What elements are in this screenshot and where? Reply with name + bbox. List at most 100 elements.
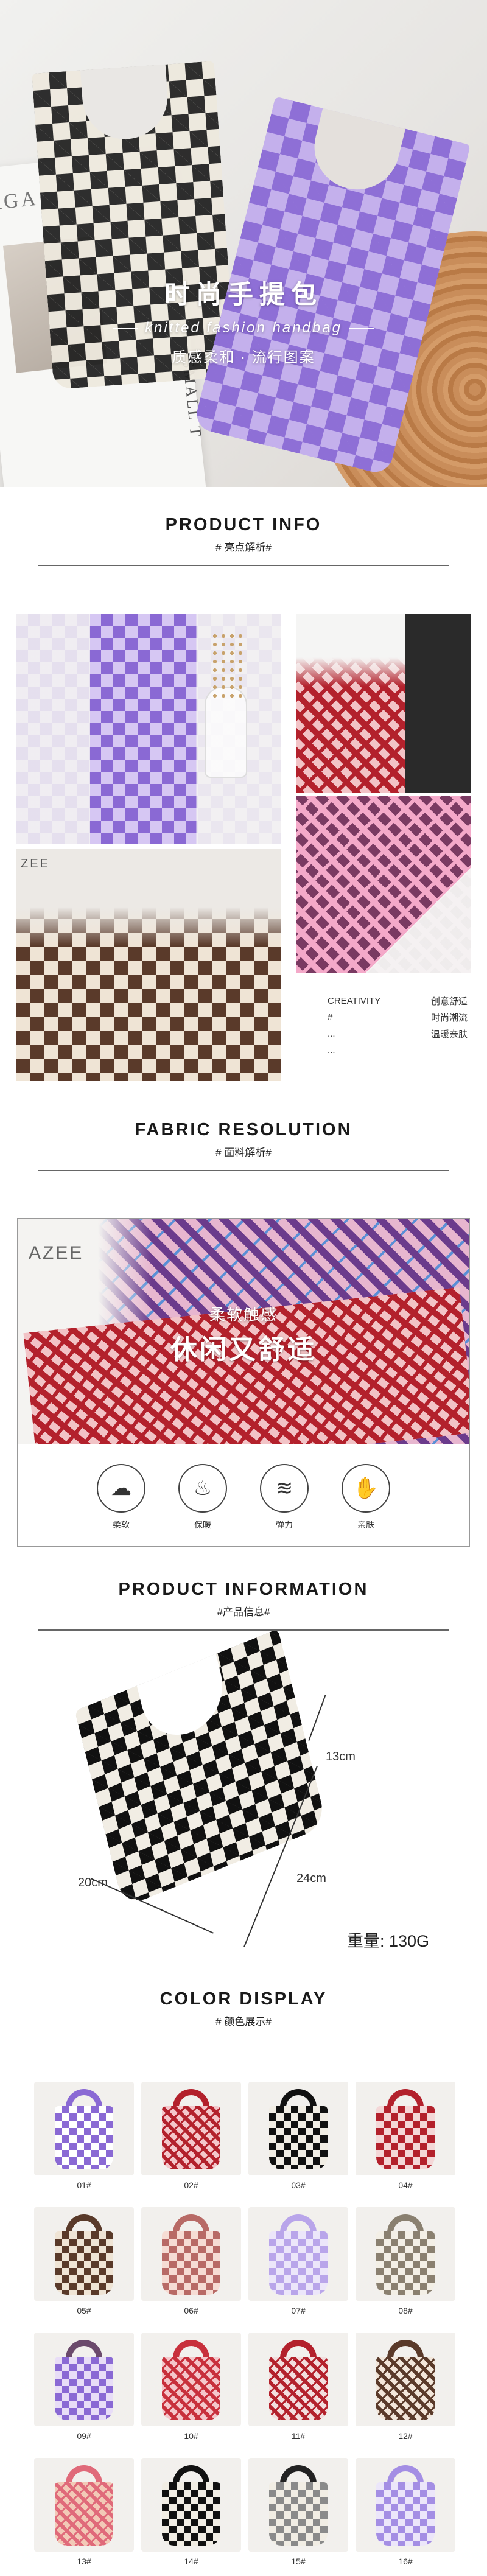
section-subtitle: # 亮点解析#	[215, 542, 272, 553]
color-variant-image	[34, 2207, 134, 2301]
bag-pattern	[269, 2106, 328, 2169]
section-title: FABRIC RESOLUTION	[135, 1120, 352, 1139]
section-product-info-header: PRODUCT INFO # 亮点解析#	[0, 515, 487, 566]
fabric-caption-line1: 柔软触感	[209, 1306, 278, 1324]
color-variant-image	[248, 2458, 348, 2552]
bag-pattern	[269, 2231, 328, 2295]
elastic-icon: ≋	[260, 1464, 309, 1513]
section-product-information-header: PRODUCT INFORMATION #产品信息#	[0, 1580, 487, 1631]
color-variant-item[interactable]: 11#	[248, 2333, 348, 2441]
color-variant-item[interactable]: 03#	[248, 2082, 348, 2190]
color-variant-item[interactable]: 13#	[34, 2458, 134, 2566]
color-variant-label: 03#	[291, 2180, 306, 2190]
color-variant-item[interactable]: 07#	[248, 2207, 348, 2315]
color-variant-item[interactable]: 02#	[141, 2082, 241, 2190]
bag-pattern	[376, 2106, 435, 2169]
color-variant-item[interactable]: 08#	[356, 2207, 455, 2315]
weight-label: 重量: 130G	[347, 1932, 430, 1950]
color-variant-item[interactable]: 04#	[356, 2082, 455, 2190]
color-variant-image	[248, 2333, 348, 2426]
warm-icon: ♨	[178, 1464, 227, 1513]
color-variant-image	[356, 2333, 455, 2426]
handle-dimension-label: 13cm	[326, 1750, 356, 1763]
section-fabric-header: FABRIC RESOLUTION # 面料解析#	[0, 1120, 487, 1171]
section-title: PRODUCT INFORMATION	[118, 1580, 369, 1599]
color-variant-label: 14#	[184, 2557, 198, 2566]
product-dimension-bag-image	[74, 1628, 328, 1908]
bag-pattern	[162, 2231, 220, 2295]
color-variant-item[interactable]: 06#	[141, 2207, 241, 2315]
bag-pattern	[55, 2482, 113, 2546]
section-title: PRODUCT INFO	[165, 515, 322, 534]
hero-title: 时尚手提包	[164, 279, 323, 309]
feature-row: CREATIVITY 创意舒适	[328, 996, 468, 1007]
color-variant-item[interactable]: 05#	[34, 2207, 134, 2315]
product-detail-page: AGA SMALL T 时尚手提包 knitted fashion handba…	[0, 0, 487, 2576]
red-houndstooth-bag-photo	[296, 614, 471, 793]
color-variant-image	[248, 2207, 348, 2301]
pink-houndstooth-bag-photo	[296, 796, 471, 973]
bag-pattern	[376, 2482, 435, 2546]
hero-tagline: 质感柔和 · 流行图案	[172, 349, 315, 366]
soft-icon: ☁	[97, 1464, 145, 1513]
color-variant-label: 07#	[291, 2306, 306, 2315]
feature-row: ... 温暖亲肤	[328, 1029, 468, 1040]
color-variant-item[interactable]: 14#	[141, 2458, 241, 2566]
magazine-text: AGA	[0, 187, 40, 215]
skin-icon: ✋	[342, 1464, 390, 1513]
color-variant-label: 12#	[398, 2431, 413, 2441]
bag-pattern	[269, 2482, 328, 2546]
dried-flowers	[211, 632, 247, 699]
bag-pattern	[55, 2106, 113, 2169]
bag-pattern	[162, 2106, 220, 2169]
bag-pattern	[162, 2357, 220, 2420]
fabric-corner-text: AZEE	[29, 1243, 84, 1263]
height-dimension-label: 24cm	[296, 1872, 326, 1885]
color-variant-item[interactable]: 01#	[34, 2082, 134, 2190]
color-variant-image	[34, 2333, 134, 2426]
color-variant-image	[141, 2333, 241, 2426]
fabric-caption: 柔软触感 休闲又舒适	[0, 1303, 487, 1367]
color-variant-image	[356, 2082, 455, 2175]
property-elastic: ≋ 弹力	[259, 1464, 310, 1531]
color-variant-label: 08#	[398, 2306, 413, 2315]
bag-pattern	[269, 2357, 328, 2420]
color-variant-image	[141, 2458, 241, 2552]
section-divider	[38, 565, 449, 566]
handle-dimension-line	[308, 1695, 326, 1741]
color-variant-image	[356, 2207, 455, 2301]
color-variant-item[interactable]: 09#	[34, 2333, 134, 2441]
feature-list: CREATIVITY 创意舒适 # 时尚潮流 ... 温暖亲肤 ...	[328, 993, 468, 1059]
color-variant-item[interactable]: 16#	[356, 2458, 455, 2566]
color-variant-label: 09#	[77, 2431, 91, 2441]
color-variant-image	[141, 2207, 241, 2301]
purple-bag-with-vase-photo	[16, 614, 281, 844]
bag-pattern	[376, 2357, 435, 2420]
fabric-caption-line2: 休闲又舒适	[170, 1335, 317, 1365]
hero-subtitle: knitted fashion handbag	[0, 320, 487, 337]
color-variant-label: 11#	[291, 2431, 306, 2441]
section-color-display-header: COLOR DISPLAY # 颜色展示#	[0, 1989, 487, 2028]
brown-checker-bag-photo: ZEE	[16, 849, 281, 1081]
color-variant-label: 13#	[77, 2557, 91, 2566]
color-variant-label: 10#	[184, 2431, 198, 2441]
color-variant-label: 04#	[398, 2180, 413, 2190]
color-variant-item[interactable]: 10#	[141, 2333, 241, 2441]
width-dimension-label: 20cm	[78, 1876, 108, 1889]
color-variant-item[interactable]: 12#	[356, 2333, 455, 2441]
color-variant-label: 01#	[77, 2180, 91, 2190]
bag-pattern	[55, 2231, 113, 2295]
hero-banner: AGA SMALL T 时尚手提包 knitted fashion handba…	[0, 0, 487, 487]
section-subtitle: # 颜色展示#	[215, 2016, 272, 2028]
section-title: COLOR DISPLAY	[159, 1989, 328, 2009]
section-divider	[38, 1629, 449, 1631]
property-warm: ♨ 保暖	[177, 1464, 228, 1531]
color-variant-image	[248, 2082, 348, 2175]
bag-pattern	[55, 2357, 113, 2420]
feature-row: # 时尚潮流	[328, 1012, 468, 1023]
color-variant-image	[141, 2082, 241, 2175]
color-variant-item[interactable]: 15#	[248, 2458, 348, 2566]
section-divider	[38, 1170, 449, 1171]
section-subtitle: #产品信息#	[217, 1606, 270, 1618]
fabric-properties: ☁ 柔软 ♨ 保暖 ≋ 弹力 ✋ 亲肤	[17, 1464, 470, 1531]
